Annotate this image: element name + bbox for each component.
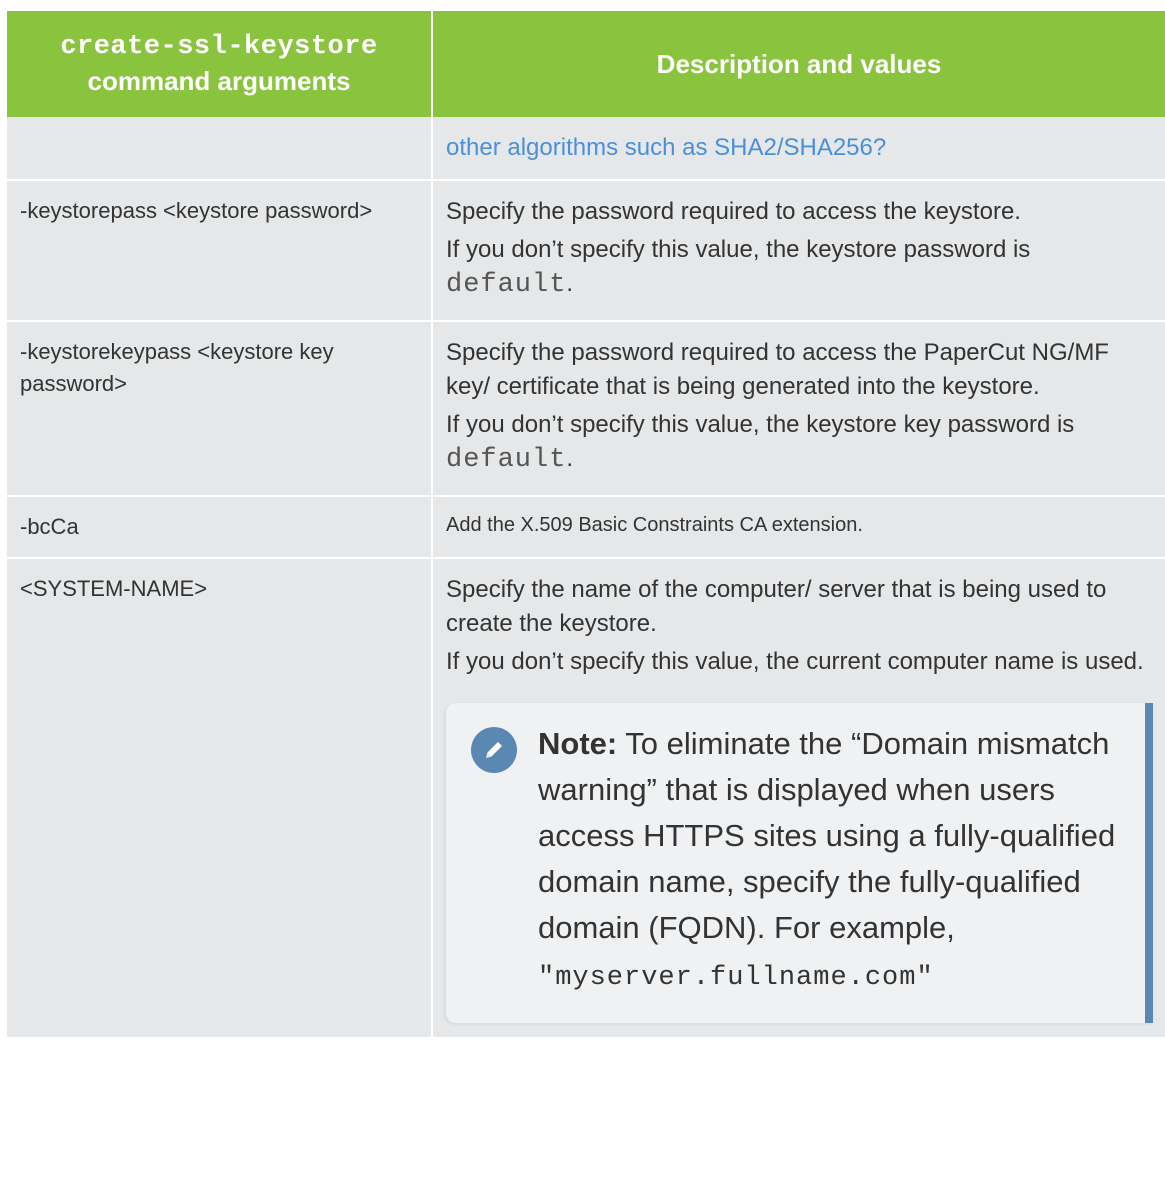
table-header-row: create-ssl-keystore command arguments De…	[7, 11, 1165, 117]
note-callout: Note: To eliminate the “Domain mismatch …	[446, 703, 1153, 1023]
table-row: -keystorepass <keystore password> Specif…	[7, 180, 1165, 322]
description-cell: Add the X.509 Basic Constraints CA exten…	[432, 496, 1165, 559]
description-default-text: If you don’t specify this value, the key…	[446, 236, 1031, 300]
sha-algorithms-link[interactable]: other algorithms such as SHA2/SHA256?	[446, 134, 886, 161]
table-row: -bcCa Add the X.509 Basic Constraints CA…	[7, 496, 1165, 559]
header-arguments: create-ssl-keystore command arguments	[7, 11, 433, 117]
header-description: Description and values	[432, 11, 1165, 117]
default-value-code: default	[446, 270, 567, 300]
description-text: Specify the password required to access …	[446, 339, 1109, 400]
description-cell: Specify the password required to access …	[432, 321, 1165, 497]
argument-cell	[7, 117, 433, 181]
table-row: other algorithms such as SHA2/SHA256?	[7, 117, 1165, 181]
argument-cell: -keystorekeypass <keystore key password>	[7, 321, 433, 497]
description-text: Specify the name of the computer/ server…	[446, 576, 1107, 637]
description-text: Specify the password required to access …	[446, 198, 1021, 225]
note-label: Note:	[538, 726, 618, 761]
description-cell: Specify the password required to access …	[432, 180, 1165, 322]
note-example-code: "myserver.fullname.com"	[538, 963, 934, 993]
description-cell: Specify the name of the computer/ server…	[432, 558, 1165, 1039]
header-description-text: Description and values	[656, 49, 942, 79]
header-command-code: create-ssl-keystore	[60, 32, 378, 62]
note-text: Note: To eliminate the “Domain mismatch …	[538, 721, 1127, 1001]
header-command-text: command arguments	[87, 66, 351, 96]
description-cell: other algorithms such as SHA2/SHA256?	[432, 117, 1165, 181]
argument-cell: -bcCa	[7, 496, 433, 559]
table-row: -keystorekeypass <keystore key password>…	[7, 321, 1165, 497]
note-body: To eliminate the “Domain mismatch warnin…	[538, 726, 1116, 945]
argument-cell: -keystorepass <keystore password>	[7, 180, 433, 322]
argument-cell: <SYSTEM-NAME>	[7, 558, 433, 1039]
arguments-table: create-ssl-keystore command arguments De…	[7, 11, 1165, 1039]
table-row: <SYSTEM-NAME> Specify the name of the co…	[7, 558, 1165, 1039]
description-default-text: If you don’t specify this value, the key…	[446, 411, 1075, 475]
pencil-icon	[471, 727, 517, 773]
description-default-text: If you don’t specify this value, the cur…	[446, 648, 1144, 675]
default-value-code: default	[446, 445, 567, 475]
